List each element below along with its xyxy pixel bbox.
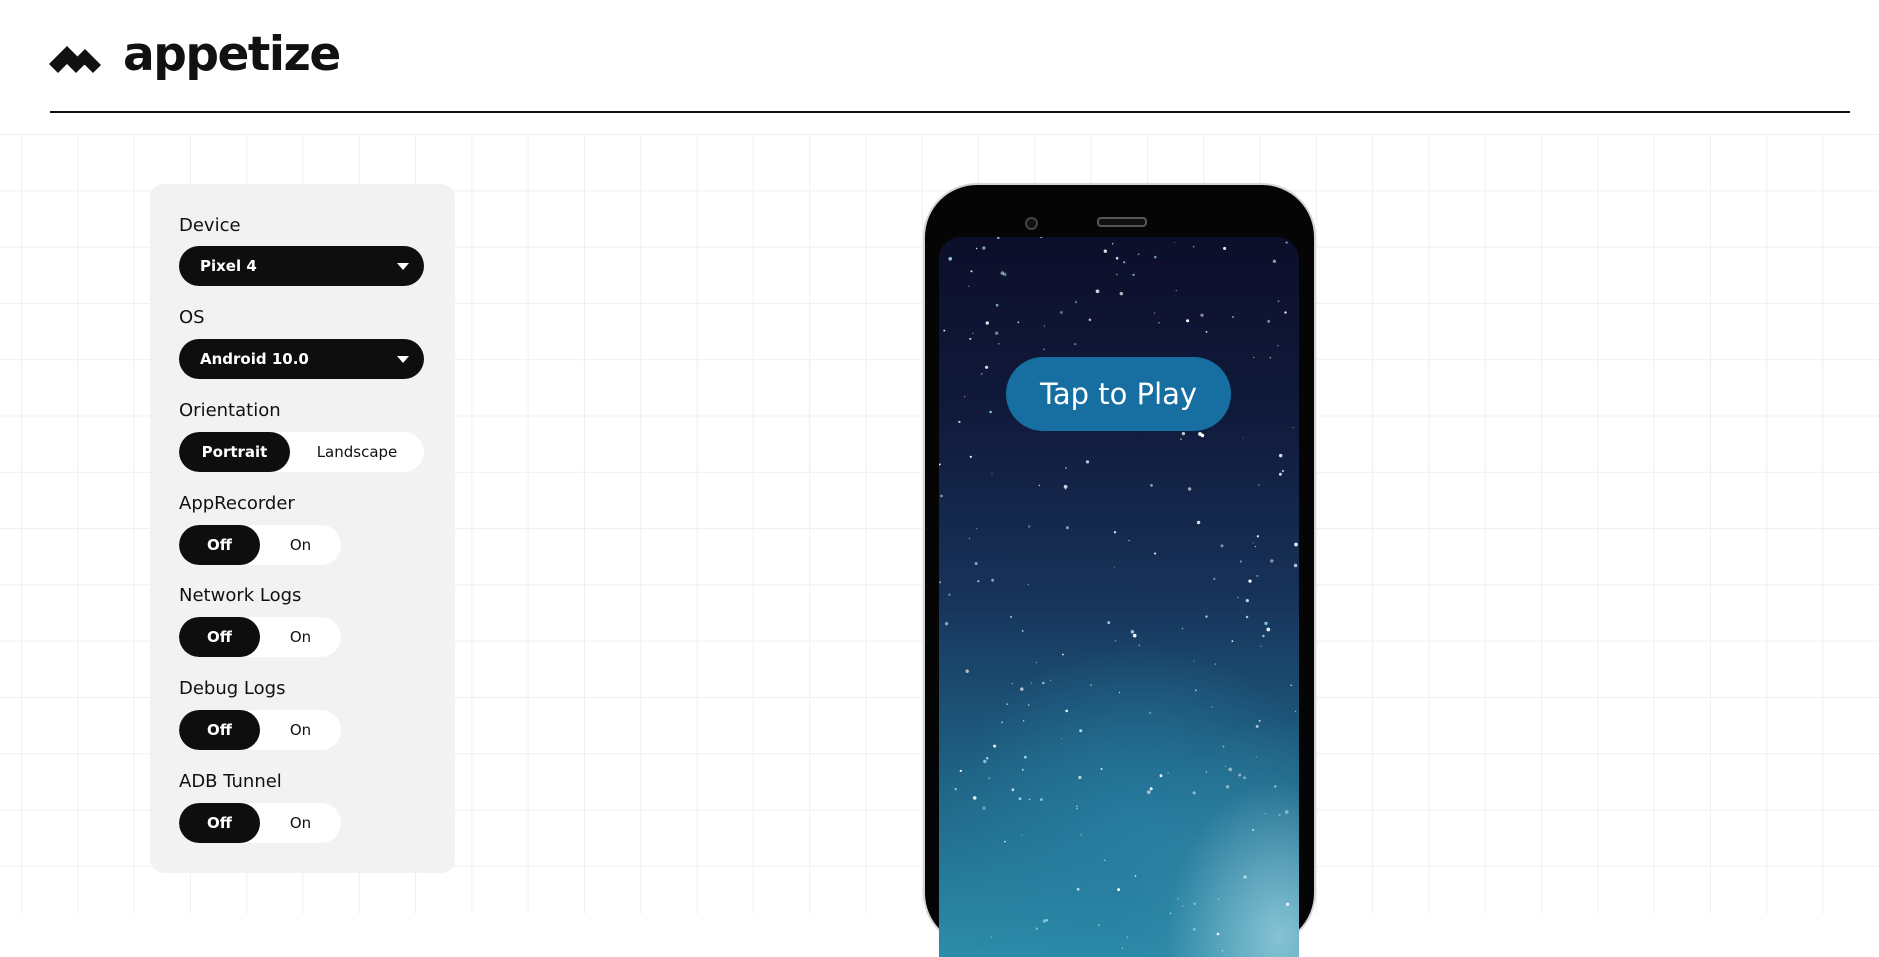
adb-tunnel-on-option[interactable]: On <box>260 803 341 843</box>
camera-icon <box>1025 217 1038 230</box>
network-logs-off-option[interactable]: Off <box>179 617 260 657</box>
orientation-portrait-option[interactable]: Portrait <box>179 432 290 472</box>
os-select-value: Android 10.0 <box>200 350 309 368</box>
network-logs-label: Network Logs <box>179 585 302 606</box>
os-label: OS <box>179 307 205 328</box>
brand-logo[interactable]: appetize <box>49 27 341 82</box>
debug-logs-on-option[interactable]: On <box>260 710 341 750</box>
debug-logs-off-option[interactable]: Off <box>179 710 260 750</box>
chevron-down-icon <box>397 263 409 270</box>
header: appetize <box>0 0 1879 134</box>
header-divider <box>50 111 1850 113</box>
device-select-value: Pixel 4 <box>200 257 257 275</box>
device-screen[interactable]: Tap to Play <box>939 237 1299 957</box>
adb-tunnel-off-option[interactable]: Off <box>179 803 260 843</box>
network-logs-on-option[interactable]: On <box>260 617 341 657</box>
apprecorder-label: AppRecorder <box>179 493 295 514</box>
starfield-background <box>939 237 1299 952</box>
adb-tunnel-toggle: Off On <box>179 803 341 843</box>
device-select[interactable]: Pixel 4 <box>179 246 424 286</box>
apprecorder-off-option[interactable]: Off <box>179 525 260 565</box>
tap-to-play-button[interactable]: Tap to Play <box>1006 357 1231 431</box>
device-frame: Tap to Play <box>925 185 1314 957</box>
orientation-toggle: Portrait Landscape <box>179 432 424 472</box>
debug-logs-label: Debug Logs <box>179 678 286 699</box>
orientation-label: Orientation <box>179 400 281 421</box>
orientation-landscape-option[interactable]: Landscape <box>290 432 424 472</box>
os-select[interactable]: Android 10.0 <box>179 339 424 379</box>
appetize-logo-icon <box>49 37 101 73</box>
chevron-down-icon <box>397 356 409 363</box>
settings-panel: Device Pixel 4 OS Android 10.0 Orientati… <box>150 184 455 873</box>
network-logs-toggle: Off On <box>179 617 341 657</box>
speaker-grille <box>1097 217 1147 227</box>
adb-tunnel-label: ADB Tunnel <box>179 771 282 792</box>
device-label: Device <box>179 215 241 236</box>
apprecorder-on-option[interactable]: On <box>260 525 341 565</box>
apprecorder-toggle: Off On <box>179 525 341 565</box>
debug-logs-toggle: Off On <box>179 710 341 750</box>
brand-name: appetize <box>123 27 341 82</box>
